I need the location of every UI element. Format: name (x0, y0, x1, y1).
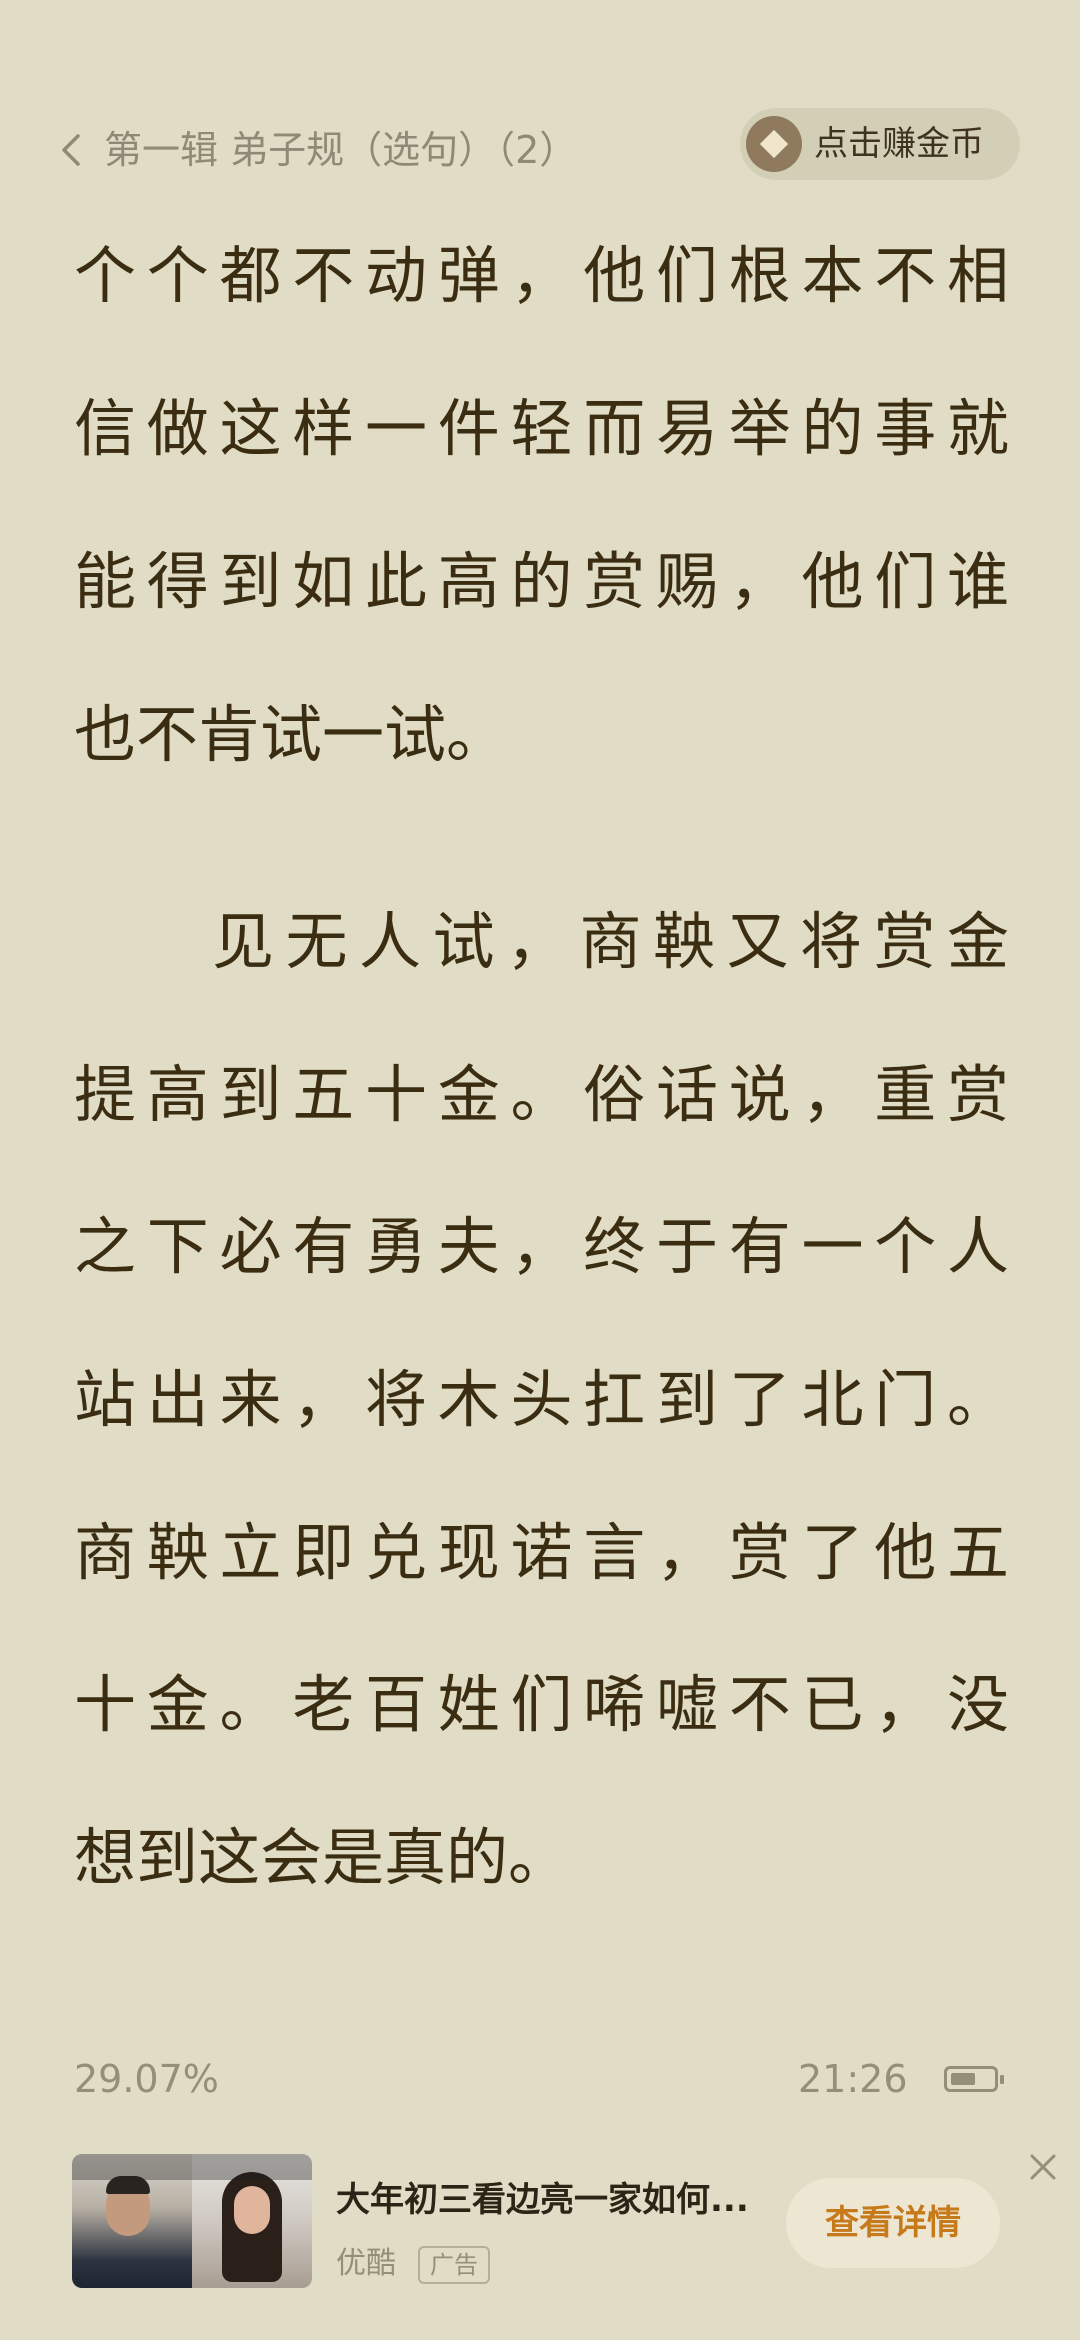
battery-icon (944, 2066, 1004, 2092)
text-line: 之下必有勇夫，终于有一个人 (74, 1210, 1009, 1283)
reading-progress: 29.07% (74, 2057, 219, 2101)
text-line: 站出来，将木头扛到了北门。 (74, 1363, 1009, 1436)
text-line: 也不肯试一试。 (74, 698, 509, 771)
ad-banner[interactable]: 大年初三看边亮一家如何... 优酷 广告 查看详情 (0, 2140, 1080, 2340)
ad-thumbnail[interactable] (72, 2154, 312, 2288)
reading-content[interactable]: 个个都不动弹，他们根本不相 信做这样一件轻而易举的事就 能得到如此高的赏赐，他们… (0, 0, 1080, 2000)
ad-label-badge: 广告 (418, 2246, 490, 2284)
text-line: 想到这会是真的。 (74, 1821, 571, 1894)
text-line: 个个都不动弹，他们根本不相 (74, 239, 1009, 312)
text-line: 十金。老百姓们唏嘘不已，没 (74, 1668, 1009, 1741)
text-line: 提高到五十金。俗话说，重赏 (74, 1058, 1009, 1131)
text-line: 能得到如此高的赏赐，他们谁 (74, 545, 1009, 618)
clock-time: 21:26 (798, 2057, 908, 2101)
ad-title[interactable]: 大年初三看边亮一家如何... (336, 2178, 749, 2222)
text-line: 见无人试，商鞅又将赏金 (212, 905, 1009, 978)
ad-source: 优酷 (336, 2246, 396, 2281)
text-line: 信做这样一件轻而易举的事就 (74, 392, 1009, 465)
view-details-button[interactable]: 查看详情 (786, 2178, 1000, 2268)
text-line: 商鞅立即兑现诺言，赏了他五 (74, 1516, 1009, 1589)
close-icon[interactable] (1026, 2150, 1060, 2184)
